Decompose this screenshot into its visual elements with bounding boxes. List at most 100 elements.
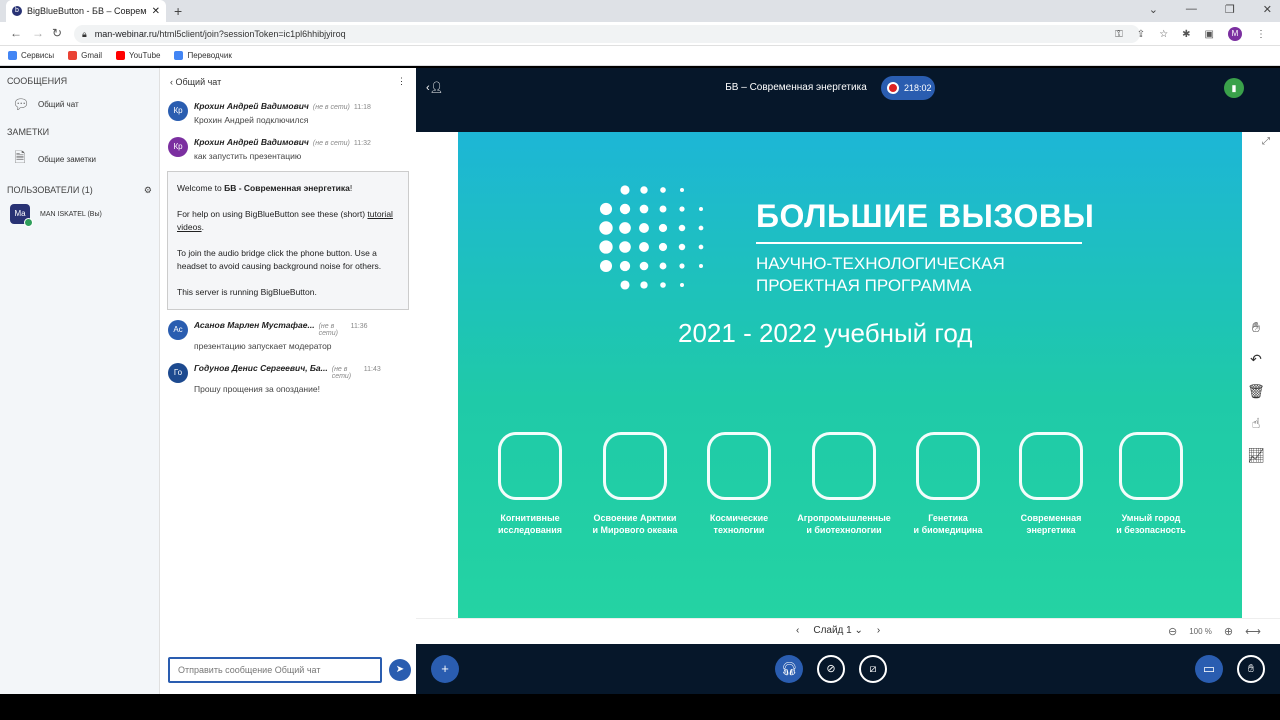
message-text: Прошу прощения за опоздание!: [194, 384, 320, 394]
gear-icon[interactable]: ⚙: [144, 185, 152, 196]
program-logo-icon: [599, 185, 704, 290]
hand-tool-icon[interactable]: ✋︎: [1244, 316, 1268, 338]
bookmarks-bar: Сервисы Gmail YouTube Переводчик: [0, 46, 1280, 66]
category-line2: и биомедицина: [913, 525, 983, 535]
message-time: 11:43: [363, 366, 381, 373]
message-author: Крохин Андрей Вадимович: [194, 137, 309, 147]
multi-user-icon[interactable]: ☝︎: [1244, 412, 1268, 434]
send-message-button[interactable]: ➤: [389, 659, 411, 681]
back-arrow-icon[interactable]: ←: [10, 26, 22, 40]
zoom-level: 100 %: [1189, 627, 1212, 636]
trash-icon[interactable]: 🗑︎: [1244, 380, 1268, 402]
zoom-in-icon[interactable]: ⊕: [1224, 625, 1233, 638]
category-agro: Агропромышленные и биотехнологии: [792, 432, 896, 536]
chat-message-input[interactable]: Отправить сообщение Общий чат: [168, 657, 382, 683]
minimize-icon[interactable]: —: [1186, 3, 1197, 16]
category-line2: технологии: [713, 525, 765, 535]
screenshare-button[interactable]: ⧄: [859, 655, 887, 683]
users-section-header: ПОЛЬЗОВАТЕЛИ (1) ⚙: [0, 177, 159, 200]
category-line1: Умный город: [1121, 513, 1181, 523]
record-icon: [887, 82, 899, 94]
raise-hand-button[interactable]: ✋︎: [1237, 655, 1265, 683]
connection-status-icon[interactable]: ▮: [1224, 78, 1244, 98]
slide-select[interactable]: Слайд 1 ⌄: [813, 625, 863, 636]
url-host: man-webinar.ru: [94, 29, 157, 39]
prev-slide-icon[interactable]: ‹: [796, 625, 799, 636]
users-section-title: ПОЛЬЗОВАТЕЛИ (1): [7, 185, 93, 195]
zoom-out-icon[interactable]: ⊖: [1168, 625, 1177, 638]
restore-icon[interactable]: ❐: [1225, 3, 1235, 16]
webcam-button[interactable]: ⊘: [817, 655, 845, 683]
category-line2: и Мирового океана: [592, 525, 678, 535]
fullscreen-icon[interactable]: ⤢: [1262, 136, 1270, 147]
bbb-favicon-icon: b: [12, 6, 22, 16]
slide-title: БОЛЬШИЕ ВЫЗОВЫ: [756, 198, 1095, 234]
message-text: как запустить презентацию: [194, 151, 302, 161]
reload-icon[interactable]: ↻: [52, 26, 62, 40]
url-bar[interactable]: 🔒︎ man-webinar.ru/html5client/join?sessi…: [74, 25, 1140, 43]
actions-plus-button[interactable]: +: [431, 655, 459, 683]
chat-message: Кр Крохин Андрей Вадимович (не в сети) 11:…: [160, 95, 416, 131]
message-time: 11:18: [353, 104, 371, 111]
close-window-icon[interactable]: ✕: [1263, 3, 1272, 16]
whiteboard-toolbar: ✋︎ ↶ 🗑︎ ☝︎ 📈︎: [1244, 316, 1272, 466]
chat-back-button[interactable]: ‹ Общий чат: [170, 77, 221, 87]
sidebar-item-label: Общий чат: [38, 100, 79, 109]
profile-avatar[interactable]: M: [1228, 27, 1242, 41]
hand-icon: ✋︎: [1247, 663, 1255, 675]
category-line1: Космические: [709, 513, 769, 523]
category-line2: энергетика: [1026, 525, 1076, 535]
more-menu-icon[interactable]: ⋮: [1256, 29, 1266, 40]
chat-messages: Кр Крохин Андрей Вадимович (не в сети) 11:…: [160, 95, 416, 400]
welcome-meeting-name: БВ - Современная энергетика: [224, 183, 350, 193]
bookmark-youtube[interactable]: YouTube: [116, 51, 160, 60]
rocket-icon: [707, 432, 771, 500]
category-line2: и безопасность: [1116, 525, 1186, 535]
bookmark-services[interactable]: Сервисы: [8, 51, 54, 60]
brain-icon: [498, 432, 562, 500]
browser-tab-title: BigBlueButton - БВ – Современная: [27, 6, 147, 16]
star-icon[interactable]: ☆: [1159, 29, 1168, 40]
close-tab-icon[interactable]: ✕: [152, 6, 160, 17]
gmail-icon: [68, 51, 78, 60]
chart-icon[interactable]: 📈︎: [1244, 444, 1268, 466]
sidebar-item-shared-notes[interactable]: 🗎 Общие заметки: [0, 141, 159, 177]
toolbar-icons: ⚿ ⇪ ☆ ✱ ▣ M ⋮: [1115, 27, 1266, 41]
category-space: Космические технологии: [687, 432, 791, 536]
messages-section-title: СООБЩЕНИЯ: [7, 76, 68, 86]
presenter-status-icon: [24, 218, 33, 227]
slide-navigation: ‹ Слайд 1 ⌄ ›: [796, 625, 880, 636]
sidebar-item-public-chat[interactable]: 💬︎ Общий чат: [0, 90, 159, 119]
message-text: презентацию запускает модератор: [194, 341, 332, 351]
share-icon[interactable]: ⇪: [1137, 29, 1145, 40]
presentation-toggle-button[interactable]: ▭: [1195, 655, 1223, 683]
avatar: Кр: [168, 101, 188, 121]
battery-icon: [1019, 432, 1083, 500]
user-name: MAN ISKATEL (Вы): [40, 210, 102, 218]
sidebar-icon[interactable]: ▣: [1205, 29, 1214, 40]
audio-button[interactable]: 🎧︎: [775, 655, 803, 683]
bookmark-translate[interactable]: Переводчик: [174, 51, 232, 60]
chevron-down-icon[interactable]: ⌄: [1149, 3, 1158, 16]
forward-arrow-icon[interactable]: →: [32, 26, 44, 40]
welcome-server-text: This server is running BigBlueButton.: [177, 287, 317, 297]
wheat-icon: [812, 432, 876, 500]
fit-width-icon[interactable]: ⟷: [1245, 625, 1261, 638]
recording-indicator[interactable]: 218:02: [881, 76, 935, 100]
extensions-icon[interactable]: ✱: [1182, 29, 1190, 40]
user-list-item[interactable]: Ma MAN ISKATEL (Вы): [0, 200, 159, 228]
key-icon[interactable]: ⚿: [1115, 29, 1123, 40]
welcome-line1-post: !: [349, 183, 353, 193]
welcome-audio-text: To join the audio bridge click the phone…: [177, 248, 382, 271]
chat-options-icon[interactable]: ⋮: [397, 76, 406, 87]
chat-message: Ас Асанов Марлен Мустафае... (не в сети) 1…: [160, 314, 416, 357]
chat-message: Кр Крохин Андрей Вадимович (не в сети) 11:…: [160, 131, 416, 167]
new-tab-icon[interactable]: +: [174, 3, 182, 19]
browser-tab[interactable]: b BigBlueButton - БВ – Современная ✕: [6, 0, 166, 22]
meeting-title: БВ – Современная энергетика: [725, 82, 867, 93]
undo-icon[interactable]: ↶: [1244, 348, 1268, 370]
presentation-area: ‹👤︎ БВ – Современная энергетика 218:02 ▮…: [416, 68, 1280, 694]
next-slide-icon[interactable]: ›: [877, 625, 880, 636]
bookmark-gmail[interactable]: Gmail: [68, 51, 102, 60]
url-path: /html5client/join?sessionToken=ic1pl6hhi…: [156, 29, 346, 39]
